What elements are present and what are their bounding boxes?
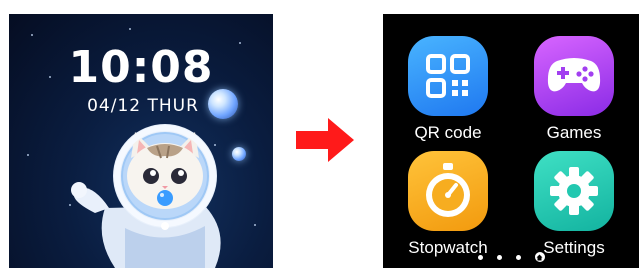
qr-code-icon[interactable] (408, 36, 488, 116)
app-settings[interactable]: Settings (519, 151, 629, 256)
page-indicator (383, 252, 639, 262)
page-dot[interactable] (477, 254, 483, 260)
page-dot[interactable] (496, 254, 502, 260)
stopwatch-icon[interactable] (408, 151, 488, 231)
star (31, 34, 33, 36)
page-dot[interactable] (515, 254, 521, 260)
gear-icon[interactable] (534, 151, 614, 231)
app-qr-code[interactable]: QR code (393, 36, 503, 141)
gamepad-icon[interactable] (534, 36, 614, 116)
app-label: QR code (414, 123, 482, 142)
red-arrow-right-icon (296, 118, 354, 162)
app-launcher-screen: QR code Games Stopwatch Settings (383, 14, 639, 268)
star (129, 28, 131, 30)
star (239, 42, 241, 44)
app-stopwatch[interactable]: Stopwatch (393, 151, 503, 256)
bubble-large (208, 89, 238, 119)
star (27, 154, 29, 156)
app-label: Games (546, 123, 602, 142)
watch-time: 10:08 (68, 42, 214, 93)
watch-face-screen: 10:08 04/12 THUR (9, 14, 273, 268)
astronaut-cat-illustration (71, 124, 221, 268)
app-games[interactable]: Games (519, 36, 629, 141)
home-icon[interactable] (534, 252, 545, 262)
